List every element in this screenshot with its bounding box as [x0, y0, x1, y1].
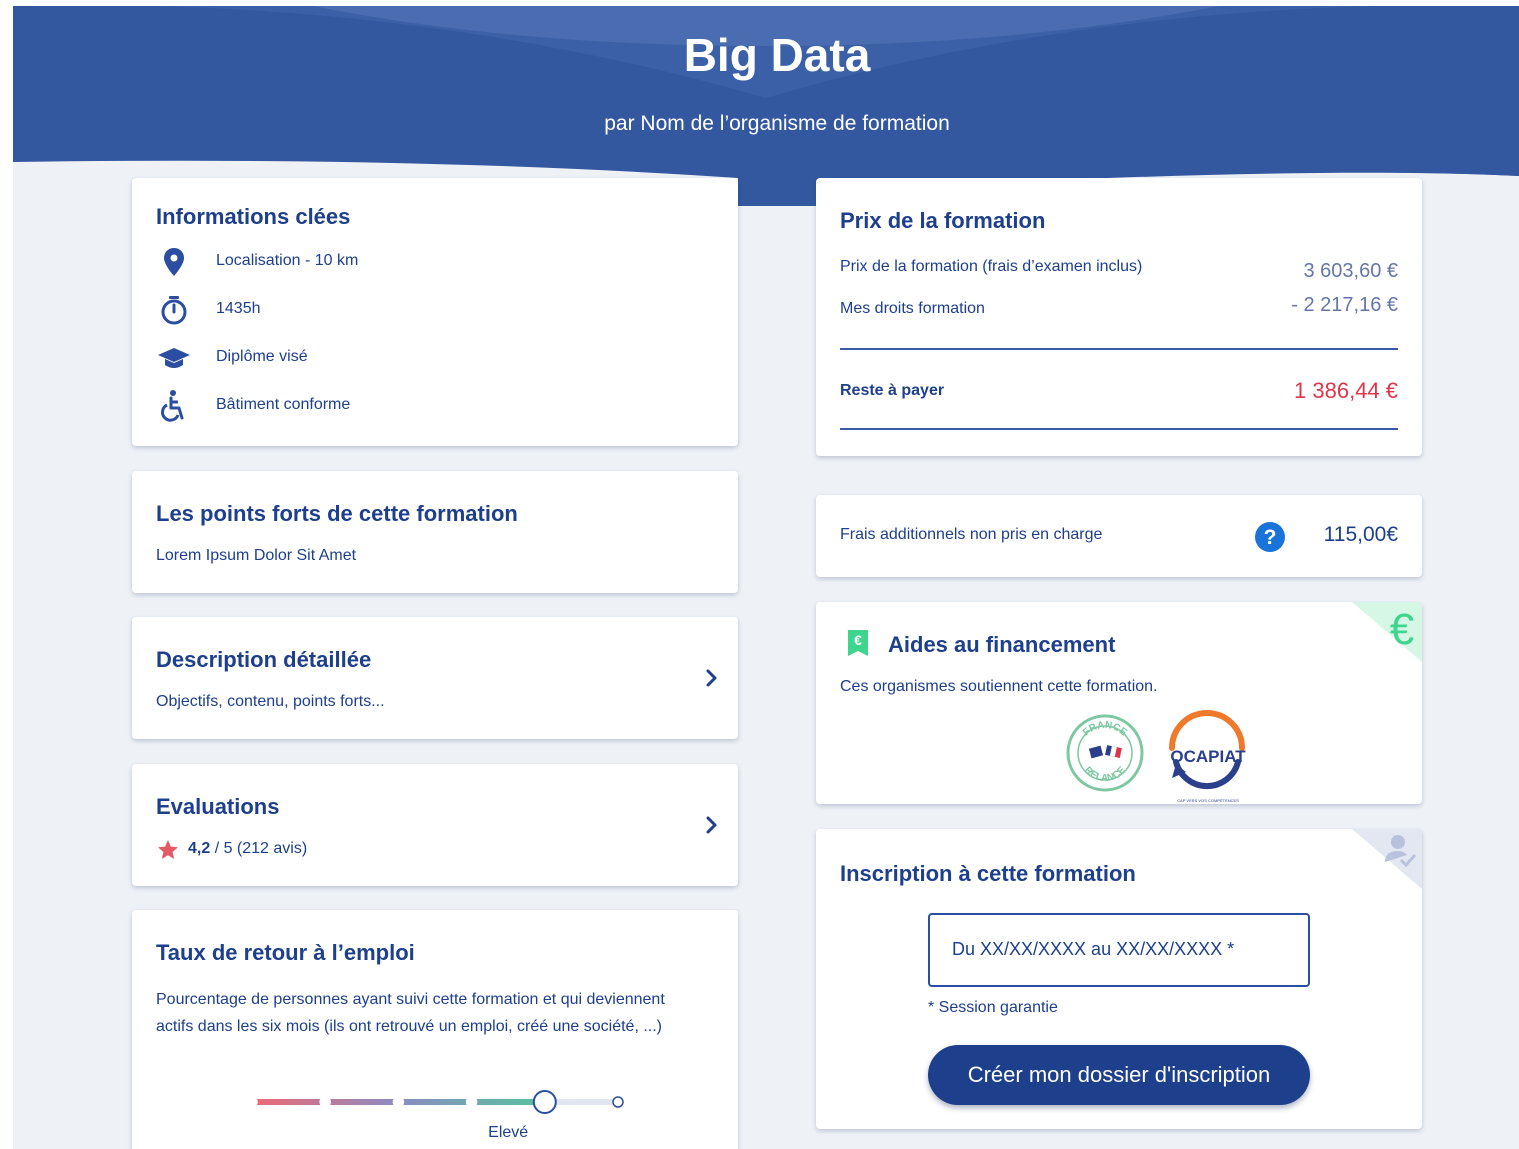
remaining-value: 1 386,44 €	[1294, 378, 1398, 403]
price-card: Prix de la formation Prix de la formatio…	[816, 178, 1422, 456]
info-label-accessibility: Bâtiment conforme	[216, 396, 351, 413]
info-row-diploma: Diplôme visé	[156, 340, 696, 376]
level-marker	[319, 1096, 331, 1108]
svg-text:€: €	[1390, 605, 1414, 654]
info-row-duration: 1435h	[156, 292, 696, 328]
euro-corner-icon: €	[1352, 602, 1422, 662]
svg-text:€: €	[854, 632, 862, 648]
price-label: Prix de la formation (frais d’examen inc…	[840, 258, 1143, 275]
hero-banner: Big Data par Nom de l’organisme de forma…	[13, 6, 1519, 206]
session-value: Du XX/XX/XXXX au XX/XX/XXXX *	[952, 939, 1235, 959]
info-row-accessibility: Bâtiment conforme	[156, 388, 696, 424]
session-guarantee-note: * Session garantie	[928, 999, 1058, 1016]
page-title: Big Data	[683, 29, 871, 81]
key-info-card: Informations clées Localisation - 10 km …	[132, 178, 738, 446]
level-marker	[246, 1096, 258, 1108]
divider	[840, 428, 1398, 430]
funding-voucher-icon: €	[848, 630, 868, 656]
employment-level-label: Elevé	[488, 1124, 529, 1141]
rights-value: - 2 217,16 €	[1291, 294, 1398, 316]
registration-card: Inscription à cette formation Du XX/XX/X…	[816, 829, 1422, 1129]
create-registration-button[interactable]: Créer mon dossier d'inscription	[928, 1045, 1310, 1105]
svg-text:?: ?	[1264, 526, 1277, 549]
price-value: 3 603,60 €	[1303, 260, 1398, 282]
france-relance-logo: FRANCE RELANCE	[1066, 714, 1144, 792]
employment-level-scale	[246, 1090, 624, 1114]
session-select[interactable]: Du XX/XX/XXXX au XX/XX/XXXX *	[928, 913, 1310, 987]
employment-card: Taux de retour à l’emploi Pourcentage de…	[132, 910, 738, 1149]
strengths-title: Les points forts de cette formation	[156, 501, 518, 526]
funding-text: Ces organismes soutiennent cette formati…	[840, 678, 1158, 695]
key-info-title: Informations clées	[156, 204, 351, 229]
strengths-card: Les points forts de cette formation Lore…	[132, 471, 738, 593]
level-marker	[465, 1096, 478, 1108]
extra-fees-label: Frais additionnels non pris en charge	[840, 526, 1103, 543]
info-row-location: Localisation - 10 km	[156, 244, 696, 280]
price-row-rights: Mes droits formation - 2 217,16 €	[840, 294, 1398, 322]
chevron-right-icon[interactable]	[702, 669, 720, 687]
level-marker-active	[532, 1090, 557, 1114]
stopwatch-icon	[156, 292, 192, 328]
registration-title: Inscription à cette formation	[840, 861, 1136, 886]
ocapiat-tagline: CAP VERS VOS COMPÉTENCES	[1177, 798, 1239, 803]
rights-label: Mes droits formation	[840, 300, 985, 317]
price-row-total-cost: Prix de la formation (frais d’examen inc…	[840, 258, 1398, 282]
description-card[interactable]: Description détaillée Objectifs, contenu…	[132, 617, 738, 739]
chevron-right-icon[interactable]	[702, 816, 720, 834]
employment-text-line-1: Pourcentage de personnes ayant suivi cet…	[156, 991, 665, 1008]
star-icon	[158, 840, 178, 859]
funding-title: Aides au financement	[888, 632, 1116, 657]
rating-summary: 4,2 / 5 (212 avis)	[188, 840, 307, 858]
evaluations-card[interactable]: Evaluations 4,2 / 5 (212 avis)	[132, 764, 738, 886]
extra-fees-card: Frais additionnels non pris en charge ? …	[816, 495, 1422, 577]
level-marker	[392, 1096, 405, 1108]
graduation-cap-icon	[156, 340, 192, 376]
page-subtitle: par Nom de l’organisme de formation	[604, 112, 950, 135]
rating-details: / 5 (212 avis)	[210, 840, 308, 857]
user-check-corner-icon	[1352, 829, 1422, 889]
info-label-location: Localisation - 10 km	[216, 252, 359, 269]
description-text: Objectifs, contenu, points forts...	[156, 693, 385, 710]
rating-score: 4,2	[188, 840, 211, 857]
help-icon[interactable]: ?	[1254, 521, 1286, 553]
price-row-remaining: Reste à payer 1 386,44 €	[840, 378, 1398, 403]
employment-title: Taux de retour à l’emploi	[156, 940, 415, 965]
level-marker	[612, 1096, 624, 1108]
info-label-duration: 1435h	[216, 300, 261, 317]
extra-fees-value: 115,00€	[1323, 523, 1398, 546]
strengths-text: Lorem Ipsum Dolor Sit Amet	[156, 547, 357, 564]
ocapiat-logo: OCAPIAT CAP VERS VOS COMPÉTENCES	[1158, 710, 1258, 804]
ocapiat-wordmark: OCAPIAT	[1170, 747, 1246, 766]
remaining-label: Reste à payer	[840, 382, 945, 399]
funding-card: € € Aides au financement Ces organismes …	[816, 602, 1422, 804]
divider	[840, 348, 1398, 350]
employment-text: Pourcentage de personnes ayant suivi cet…	[156, 986, 665, 1040]
price-title: Prix de la formation	[840, 208, 1046, 233]
info-label-diploma: Diplôme visé	[216, 348, 308, 365]
map-pin-icon	[156, 244, 192, 280]
employment-text-line-2: actifs dans les six mois (ils ont retrou…	[156, 1018, 662, 1035]
evaluations-title: Evaluations	[156, 794, 280, 819]
description-title: Description détaillée	[156, 647, 372, 672]
page: Big Data par Nom de l’organisme de forma…	[13, 6, 1519, 1149]
accessibility-icon	[156, 388, 192, 424]
